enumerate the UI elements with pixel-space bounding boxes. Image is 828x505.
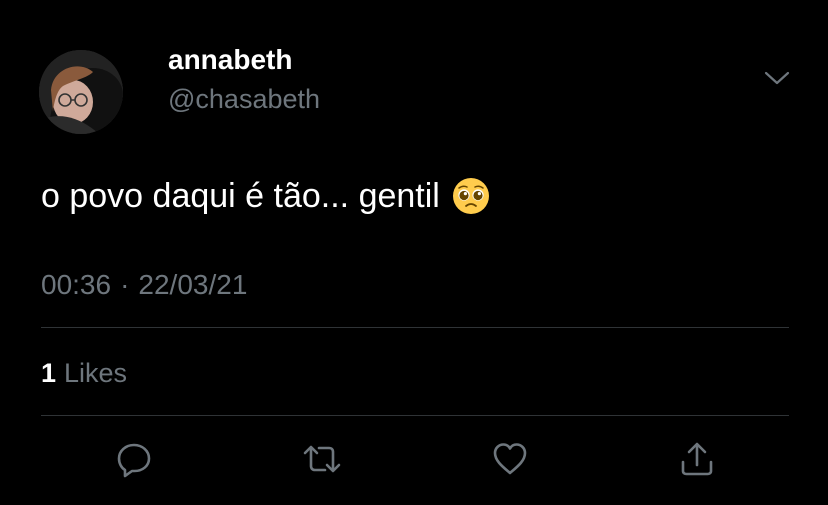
reply-button[interactable]	[115, 440, 153, 478]
display-name[interactable]: annabeth	[168, 44, 292, 76]
user-handle[interactable]: @chasabeth	[168, 83, 320, 115]
reply-icon	[115, 440, 153, 478]
likes-label: Likes	[64, 358, 128, 388]
share-icon	[678, 440, 716, 478]
retweet-button[interactable]	[302, 440, 341, 478]
share-button[interactable]	[678, 440, 716, 478]
divider	[41, 415, 789, 416]
avatar[interactable]	[39, 50, 123, 134]
meta-separator: ·	[120, 269, 130, 300]
tweet-detail: annabeth @chasabeth o povo daqui é tão..…	[0, 0, 828, 505]
tweet-time: 00:36	[41, 269, 112, 300]
tweet-date: 22/03/21	[138, 269, 248, 300]
tweet-body: o povo daqui é tão... gentil	[41, 177, 440, 215]
profile-photo	[39, 50, 123, 134]
likes-count: 1	[41, 358, 57, 388]
tweet-text: o povo daqui é tão... gentil	[41, 176, 490, 216]
heart-icon	[491, 440, 529, 478]
like-button[interactable]	[491, 440, 529, 478]
tweet-timestamp[interactable]: 00:36 · 22/03/21	[41, 269, 247, 301]
pleading-face-emoji	[452, 177, 490, 215]
chevron-down-icon[interactable]	[764, 70, 790, 86]
retweet-icon	[302, 440, 341, 478]
divider	[41, 327, 789, 328]
likes-stat[interactable]: 1 Likes	[41, 357, 127, 389]
